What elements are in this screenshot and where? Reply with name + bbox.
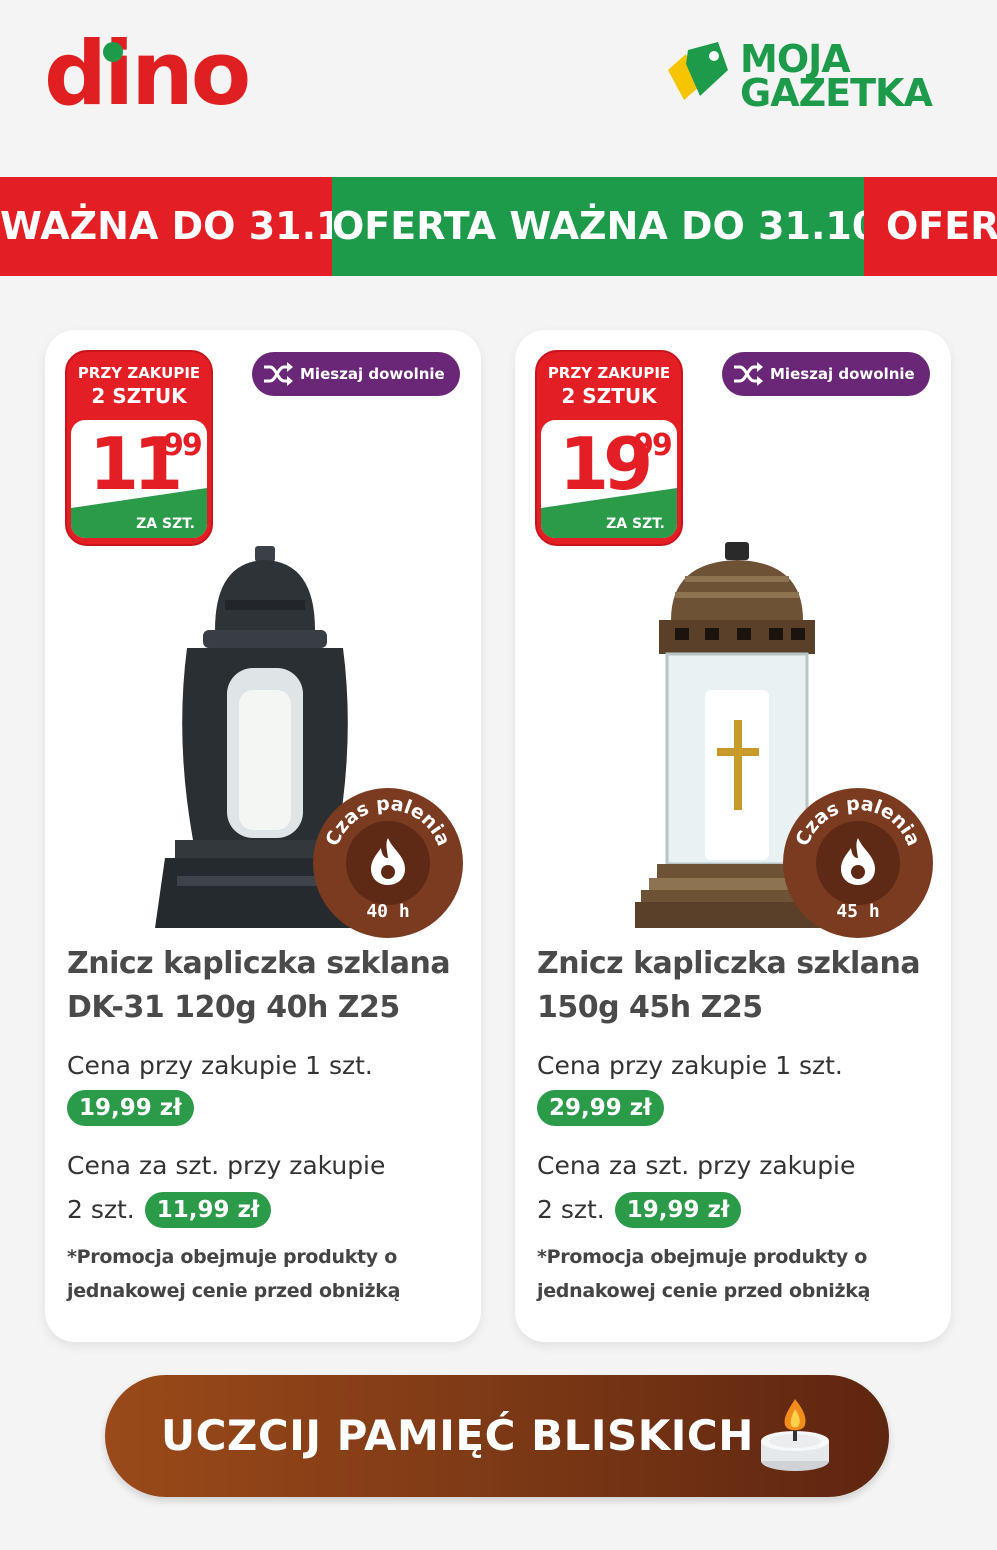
multi-price-label: Cena za szt. przy zakupie bbox=[67, 1151, 386, 1180]
badge-price-cents: 99 bbox=[633, 428, 673, 463]
mix-label: Mieszaj dowolnie bbox=[300, 365, 445, 383]
product-card[interactable]: PRZY ZAKUPIE 2 SZTUK 19 99 ZA SZT. Miesz… bbox=[515, 330, 951, 1342]
promo-note: *Promocja obejmuje produkty o jednakowej… bbox=[67, 1246, 401, 1302]
multi-qty: 2 szt. bbox=[67, 1195, 135, 1224]
mix-freely-badge: Mieszaj dowolnie bbox=[252, 352, 460, 396]
multi-price-row: 2 szt. 19,99 zł bbox=[537, 1190, 742, 1230]
promo-note: *Promocja obejmuje produkty o jednakowej… bbox=[537, 1246, 871, 1302]
flame-icon bbox=[371, 838, 405, 885]
tag-icon bbox=[668, 42, 728, 100]
flame-icon bbox=[841, 838, 875, 885]
badge-unit: ZA SZT. bbox=[136, 516, 195, 532]
burn-time-badge: Czas palenia 45 h bbox=[783, 788, 933, 938]
remember-loved-ones-button[interactable]: UCZCIJ PAMIĘĆ BLISKICH bbox=[105, 1375, 889, 1497]
multi-price-label: Cena za szt. przy zakupie bbox=[537, 1151, 856, 1180]
ticker-segment-right: OFERT bbox=[864, 177, 997, 276]
offer-ticker: WAŻNA DO 31.10 OFERTA WAŻNA DO 31.10 OFE… bbox=[0, 177, 997, 276]
gazetka-line: GAZETKA bbox=[740, 71, 933, 115]
dino-logo-dot bbox=[103, 42, 123, 62]
header: dino MOJA GAZETKA bbox=[0, 0, 997, 178]
price-badge: PRZY ZAKUPIE 2 SZTUK 11 99 ZA SZT. bbox=[65, 350, 213, 546]
badge-line1: PRZY ZAKUPIE bbox=[77, 364, 201, 382]
shuffle-icon bbox=[264, 362, 293, 386]
badge-line2: 2 SZTUK bbox=[91, 384, 187, 408]
badge-line2: 2 SZTUK bbox=[561, 384, 657, 408]
burn-time-badge: Czas palenia 40 h bbox=[313, 788, 463, 938]
price-badge: PRZY ZAKUPIE 2 SZTUK 19 99 ZA SZT. bbox=[535, 350, 683, 546]
single-price-label: Cena przy zakupie 1 szt. bbox=[537, 1051, 843, 1080]
multi-price-row: 2 szt. 11,99 zł bbox=[67, 1190, 272, 1230]
product-card[interactable]: PRZY ZAKUPIE 2 SZTUK 11 99 ZA SZT. Miesz… bbox=[45, 330, 481, 1342]
candle-icon bbox=[761, 1399, 829, 1471]
product-title[interactable]: Znicz kapliczka szklana DK-31 120g 40h Z… bbox=[67, 942, 467, 1030]
moja-gazetka-logo[interactable]: MOJA GAZETKA bbox=[666, 40, 966, 120]
badge-line1: PRZY ZAKUPIE bbox=[547, 364, 671, 382]
badge-price-cents: 99 bbox=[163, 428, 203, 463]
dino-logo[interactable]: dino bbox=[44, 30, 251, 118]
moja-gazetka-text: MOJA GAZETKA bbox=[740, 40, 933, 115]
mix-freely-badge: Mieszaj dowolnie bbox=[722, 352, 930, 396]
ticker-segment-center: OFERTA WAŻNA DO 31.10 bbox=[332, 177, 864, 276]
single-price-tag: 19,99 zł bbox=[67, 1090, 194, 1126]
burn-hours: 40 h bbox=[366, 901, 410, 922]
single-price-label: Cena przy zakupie 1 szt. bbox=[67, 1051, 373, 1080]
badge-unit: ZA SZT. bbox=[606, 516, 665, 532]
single-price-tag: 29,99 zł bbox=[537, 1090, 664, 1126]
cta-label: UCZCIJ PAMIĘĆ BLISKICH bbox=[161, 1411, 754, 1460]
multi-price-tag: 19,99 zł bbox=[614, 1192, 742, 1228]
multi-price-tag: 11,99 zł bbox=[144, 1192, 272, 1228]
shuffle-icon bbox=[734, 362, 763, 386]
burn-hours: 45 h bbox=[836, 901, 880, 922]
multi-qty: 2 szt. bbox=[537, 1195, 605, 1224]
ticker-segment-left: WAŻNA DO 31.10 bbox=[0, 177, 332, 276]
product-title[interactable]: Znicz kapliczka szklana 150g 45h Z25 bbox=[537, 942, 937, 1030]
mix-label: Mieszaj dowolnie bbox=[770, 365, 915, 383]
